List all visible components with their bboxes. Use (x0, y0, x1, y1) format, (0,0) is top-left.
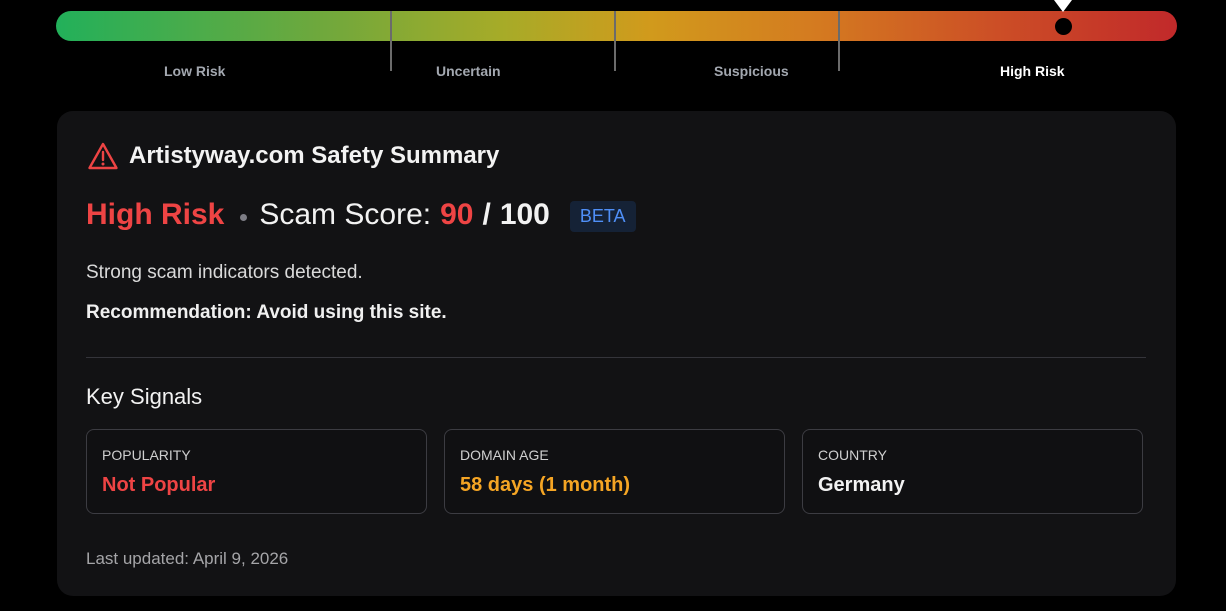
card-title-row: Artistyway.com Safety Summary (87, 141, 499, 171)
safety-summary-card: Artistyway.com Safety Summary High Risk … (57, 111, 1176, 596)
summary-text: Strong scam indicators detected. (86, 262, 363, 283)
section-divider (86, 357, 1146, 358)
meter-label-uncertain: Uncertain (436, 63, 501, 79)
signal-label: COUNTRY (818, 447, 887, 463)
signal-label: POPULARITY (102, 447, 191, 463)
meter-divider (838, 11, 840, 71)
meter-label-high-risk: High Risk (1000, 63, 1065, 79)
meter-divider (390, 11, 392, 71)
signal-value: Germany (818, 474, 905, 496)
signal-label: DOMAIN AGE (460, 447, 549, 463)
risk-meter-bar (56, 11, 1177, 41)
recommendation-text: Recommendation: Avoid using this site. (86, 302, 447, 323)
scam-score-label: Scam Score: (259, 197, 432, 231)
meter-divider (614, 11, 616, 71)
last-updated-text: Last updated: April 9, 2026 (86, 549, 289, 568)
scam-score-max: 100 (499, 197, 550, 231)
meter-label-low-risk: Low Risk (164, 63, 226, 79)
risk-level-text: High Risk (86, 197, 225, 231)
signal-card-domain-age: DOMAIN AGE 58 days (1 month) (444, 429, 785, 514)
meter-pointer-icon (1054, 0, 1072, 12)
signal-card-popularity: POPULARITY Not Popular (86, 429, 427, 514)
signal-card-country: COUNTRY Germany (802, 429, 1143, 514)
meter-marker-dot (1055, 18, 1072, 35)
beta-badge: BETA (569, 201, 636, 232)
signal-value: 58 days (1 month) (460, 474, 631, 496)
bullet-separator (240, 214, 248, 221)
meter-label-suspicious: Suspicious (714, 63, 789, 79)
scam-score-separator: / (482, 197, 491, 231)
risk-meter: Low Risk Uncertain Suspicious High Risk (56, 0, 1177, 79)
page: Low Risk Uncertain Suspicious High Risk … (0, 0, 1226, 611)
card-title: Artistyway.com Safety Summary (129, 142, 500, 169)
score-row: High Risk Scam Score: 90 / 100 BETA (86, 197, 636, 232)
warning-triangle-icon (87, 141, 119, 171)
scam-score-value: 90 (440, 197, 474, 231)
signal-value: Not Popular (102, 474, 216, 496)
key-signals-title: Key Signals (86, 384, 203, 409)
